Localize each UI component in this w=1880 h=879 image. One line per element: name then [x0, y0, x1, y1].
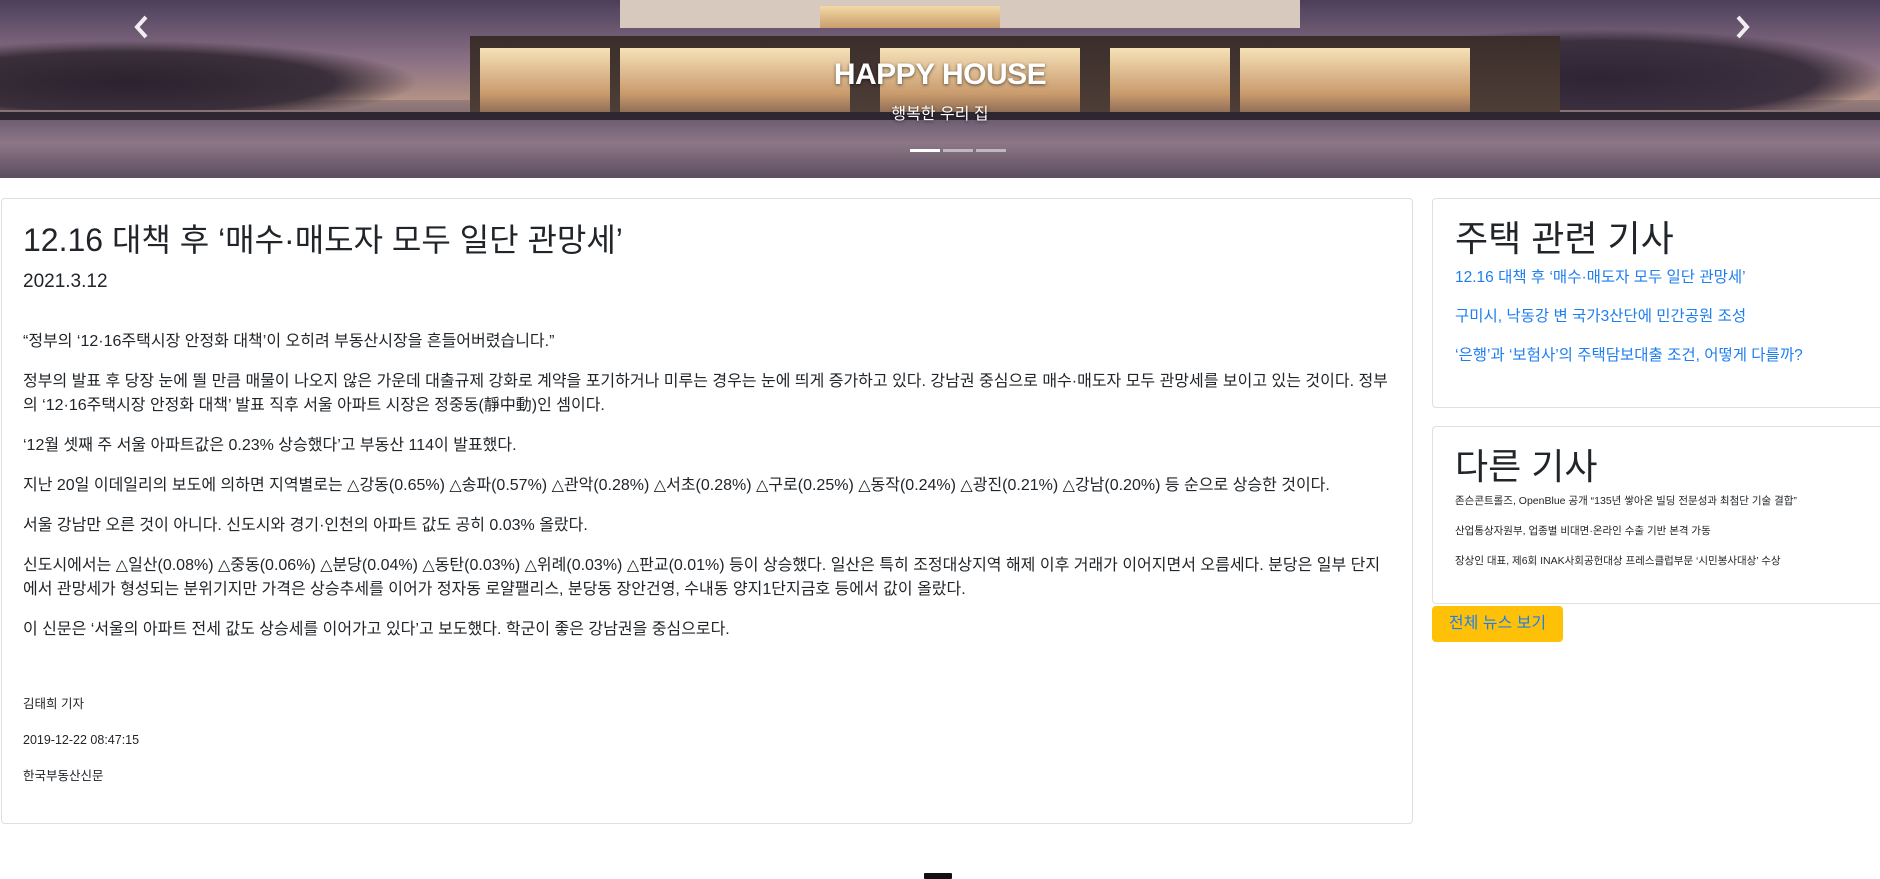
article-paragraph: 정부의 발표 후 당장 눈에 띌 만큼 매물이 나오지 않은 가운데 대출규제 …: [23, 373, 1388, 415]
related-articles-card: 주택 관련 기사 12.16 대책 후 ‘매수·매도자 모두 일단 관망세’ 구…: [1432, 198, 1880, 408]
article-title: 12.16 대책 후 ‘매수·매도자 모두 일단 관망세’: [23, 222, 623, 258]
other-articles-card: 다른 기사 존슨콘트롤즈, OpenBlue 공개 “135년 쌓아온 빌딩 전…: [1432, 426, 1880, 604]
article-body: “정부의 ‘12·16주택시장 안정화 대책’이 오히려 부동산시장을 흔들어버…: [23, 330, 1391, 642]
other-article-item[interactable]: 산업통상자원부, 업종별 비대면·온라인 수출 기반 본격 가동: [1455, 524, 1869, 538]
hero-house-upper-window: [820, 6, 1000, 28]
article-paragraph: 이 신문은 ‘서울의 아파트 전세 값도 상승세를 이어가고 있다’고 보도했다…: [23, 621, 730, 639]
article-byline: 김태희 기자 2019-12-22 08:47:15 한국부동산신문: [23, 695, 139, 803]
related-articles-title: 주택 관련 기사: [1455, 218, 1674, 259]
related-article-link[interactable]: ‘은행’과 ‘보험사’의 주택담보대출 조건, 어떻게 다를까?: [1455, 346, 1869, 366]
chevron-left-icon: [134, 15, 148, 39]
hero-title: HAPPY HOUSE: [833, 58, 1047, 91]
article-paragraph: 지난 20일 이데일리의 보도에 의하면 지역별로는 △강동(0.65%) △송…: [23, 477, 1330, 495]
other-articles-title: 다른 기사: [1455, 446, 1598, 487]
carousel-prev-button[interactable]: [130, 14, 154, 40]
article-datetime: 2019-12-22 08:47:15: [23, 733, 140, 747]
article-paragraph: ‘12월 셋째 주 서울 아파트값은 0.23% 상승했다’고 부동산 114이…: [23, 437, 517, 455]
article-date: 2021.3.12: [23, 271, 108, 293]
carousel-next-button[interactable]: [1730, 14, 1754, 40]
article-source: 한국부동산신문: [23, 769, 104, 783]
carousel-indicators: [910, 149, 1006, 152]
related-article-link[interactable]: 구미시, 낙동강 변 국가3산단에 민간공원 조성: [1455, 307, 1869, 327]
carousel-indicator[interactable]: [910, 149, 940, 152]
other-article-item[interactable]: 장상인 대표, 제6회 INAK사회공헌대상 프레스클럽부문 ‘시민봉사대상’ …: [1455, 554, 1869, 568]
other-article-item[interactable]: 존슨콘트롤즈, OpenBlue 공개 “135년 쌓아온 빌딩 전문성과 최첨…: [1455, 494, 1869, 508]
article-paragraph: 신도시에서는 △일산(0.08%) △중동(0.06%) △분당(0.04%) …: [23, 557, 1381, 599]
article-paragraph: “정부의 ‘12·16주택시장 안정화 대책’이 오히려 부동산시장을 흔들어버…: [23, 333, 555, 351]
chevron-right-icon: [1736, 15, 1750, 39]
carousel-indicator[interactable]: [976, 149, 1006, 152]
view-all-news-button[interactable]: 전체 뉴스 보기: [1432, 606, 1563, 642]
hero-subtitle: 행복한 우리 집: [891, 106, 989, 123]
article-reporter: 김태희 기자: [23, 697, 84, 711]
carousel-indicator[interactable]: [943, 149, 973, 152]
article-card: 12.16 대책 후 ‘매수·매도자 모두 일단 관망세’ 2021.3.12 …: [1, 198, 1413, 824]
square-icon: [924, 873, 952, 879]
hero-carousel: HAPPY HOUSE 행복한 우리 집: [0, 0, 1880, 178]
article-paragraph: 서울 강남만 오른 것이 아니다. 신도시와 경기·인천의 아파트 값도 공히 …: [23, 517, 588, 535]
related-article-link[interactable]: 12.16 대책 후 ‘매수·매도자 모두 일단 관망세’: [1455, 268, 1869, 288]
